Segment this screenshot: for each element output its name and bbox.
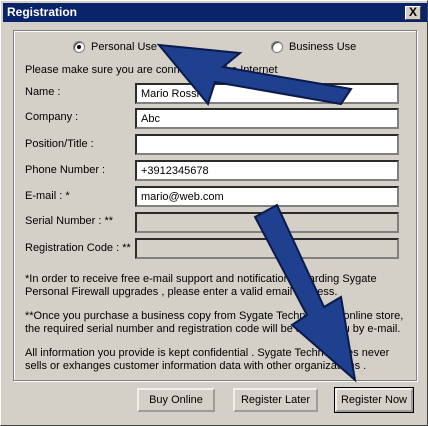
personal-use-radio[interactable]: Personal Use: [73, 41, 157, 53]
name-label: Name :: [25, 86, 61, 98]
email-support-note: *In order to receive free e-mail support…: [25, 273, 377, 298]
position-field[interactable]: [135, 134, 399, 155]
title-bar: Registration X: [3, 3, 427, 22]
register-now-button[interactable]: Register Now: [334, 387, 414, 413]
business-use-radio[interactable]: Business Use: [271, 41, 356, 53]
email-label: E-mail : *: [25, 190, 70, 202]
name-field[interactable]: Mario Rossi: [135, 83, 399, 104]
position-label: Position/Title :: [25, 138, 94, 150]
serial-number-note: **Once you purchase a business copy from…: [25, 310, 404, 335]
serial-number-field: [135, 212, 399, 233]
register-later-button[interactable]: Register Later: [233, 388, 318, 412]
business-use-label: Business Use: [289, 41, 357, 53]
radio-checked-icon: [73, 41, 85, 53]
serial-number-label: Serial Number : **: [25, 215, 114, 227]
privacy-note: All information you provide is kept conf…: [25, 347, 390, 372]
phone-field[interactable]: +3912345678: [135, 160, 399, 181]
company-field[interactable]: Abc: [135, 108, 399, 129]
phone-label: Phone Number :: [25, 164, 106, 176]
company-label: Company :: [25, 111, 79, 123]
registration-code-field: [135, 238, 399, 259]
registration-window: Registration X Personal Use Business Use…: [0, 0, 428, 426]
email-field[interactable]: mario@web.com: [135, 186, 399, 207]
close-button[interactable]: X: [405, 6, 421, 20]
instruction-text: Please make sure you are connected to th…: [25, 64, 278, 76]
buy-online-button[interactable]: Buy Online: [137, 388, 215, 412]
registration-code-label: Registration Code : **: [25, 242, 131, 254]
window-title: Registration: [7, 5, 78, 19]
radio-unchecked-icon: [271, 41, 283, 53]
personal-use-label: Personal Use: [91, 41, 158, 53]
